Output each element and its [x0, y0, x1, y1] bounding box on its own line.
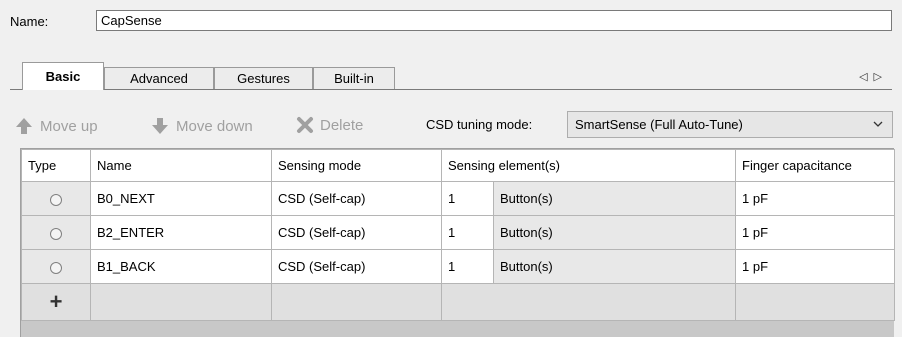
delete-button[interactable]: Delete [296, 116, 363, 134]
finger-capacitance-cell[interactable]: 1 pF [735, 181, 895, 216]
sensing-mode-cell[interactable]: CSD (Self-cap) [271, 181, 442, 216]
move-up-label: Move up [40, 117, 98, 135]
finger-capacitance-cell[interactable]: 1 pF [735, 215, 895, 250]
csd-tuning-mode-select[interactable]: SmartSense (Full Auto-Tune) [567, 111, 893, 138]
sensing-mode-cell[interactable]: CSD (Self-cap) [271, 249, 442, 284]
tab-scroll-right-icon[interactable]: ▷ [874, 71, 888, 83]
type-cell[interactable] [21, 215, 91, 250]
add-widget-button[interactable]: + [21, 283, 91, 321]
button-type-icon [50, 227, 62, 240]
move-down-label: Move down [176, 117, 253, 135]
header-sensing-elements[interactable]: Sensing element(s) [441, 149, 736, 182]
element-type-cell: Button(s) [493, 215, 736, 250]
element-count-cell[interactable]: 1 [441, 215, 494, 250]
type-cell[interactable] [21, 181, 91, 216]
header-name[interactable]: Name [90, 149, 272, 182]
tab-gestures[interactable]: Gestures [214, 67, 313, 89]
delete-x-icon [297, 117, 313, 133]
tab-scroll-left-icon[interactable]: ◁ [859, 71, 873, 83]
finger-capacitance-cell[interactable]: 1 pF [735, 249, 895, 284]
tab-built-in[interactable]: Built-in [313, 67, 395, 89]
tab-strip: Basic Advanced Gestures Built-in ◁▷ [0, 56, 902, 91]
basic-panel: Move up Move down Delete CSD tuning mode… [10, 90, 895, 337]
chevron-down-icon [872, 112, 884, 145]
element-type-cell: Button(s) [493, 181, 736, 216]
tab-scroll-controls: ◁▷ [859, 70, 888, 83]
name-label: Name: [10, 14, 49, 29]
header-finger-capacitance[interactable]: Finger capacitance [735, 149, 895, 182]
csd-tuning-mode-label: CSD tuning mode: [426, 117, 533, 132]
element-type-cell: Button(s) [493, 249, 736, 284]
header-sensing-mode[interactable]: Sensing mode [271, 149, 442, 182]
csd-tuning-mode-value: SmartSense (Full Auto-Tune) [575, 117, 743, 132]
empty-cell [441, 283, 736, 321]
move-up-button[interactable]: Move up [14, 116, 98, 136]
add-widget-row: + [21, 283, 895, 321]
plus-icon: + [49, 289, 63, 314]
element-count-cell[interactable]: 1 [441, 249, 494, 284]
tab-advanced[interactable]: Advanced [104, 67, 214, 89]
widgets-grid: Type Name Sensing mode Sensing element(s… [20, 148, 895, 337]
table-header-row: Type Name Sensing mode Sensing element(s… [21, 149, 895, 182]
name-row: Name: [0, 0, 902, 42]
tab-basic[interactable]: Basic [22, 62, 104, 90]
empty-cell [271, 283, 442, 321]
name-cell[interactable]: B1_BACK [90, 249, 272, 284]
move-down-button[interactable]: Move down [150, 116, 253, 136]
table-row[interactable]: B0_NEXT CSD (Self-cap) 1 Button(s) 1 pF [21, 181, 895, 216]
name-cell[interactable]: B2_ENTER [90, 215, 272, 250]
arrow-down-icon [152, 118, 168, 134]
toolbar: Move up Move down Delete CSD tuning mode… [10, 90, 893, 140]
empty-cell [735, 283, 895, 321]
name-field[interactable] [96, 10, 892, 31]
arrow-up-icon [16, 118, 32, 134]
sensing-mode-cell[interactable]: CSD (Self-cap) [271, 215, 442, 250]
button-type-icon [50, 193, 62, 206]
header-type[interactable]: Type [21, 149, 91, 182]
button-type-icon [50, 261, 62, 274]
element-count-cell[interactable]: 1 [441, 181, 494, 216]
name-cell[interactable]: B0_NEXT [90, 181, 272, 216]
delete-label: Delete [320, 116, 364, 134]
table-row[interactable]: B1_BACK CSD (Self-cap) 1 Button(s) 1 pF [21, 249, 895, 284]
widgets-table: Type Name Sensing mode Sensing element(s… [21, 149, 895, 321]
type-cell[interactable] [21, 249, 91, 284]
empty-cell [90, 283, 272, 321]
table-row[interactable]: B2_ENTER CSD (Self-cap) 1 Button(s) 1 pF [21, 215, 895, 250]
